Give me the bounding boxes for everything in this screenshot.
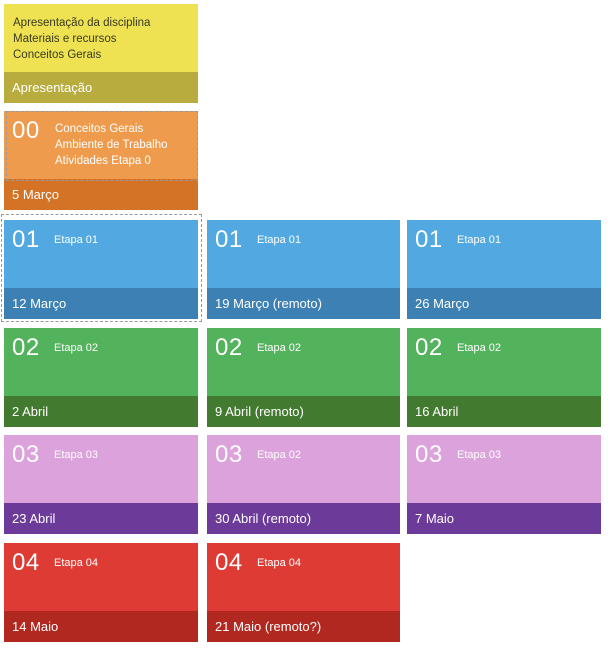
stage-label: Etapa 01 [54,234,99,246]
intro-line: Materiais e recursos [13,33,117,45]
session-tile[interactable]: 01 Etapa 01 12 Março [4,220,198,319]
session-date: 30 Abril (remoto) [207,503,400,534]
stage-number: 02 [12,334,40,361]
session-date: 19 Março (remoto) [207,288,400,319]
stage-number: 01 [12,226,40,253]
stage-0-description: Conceitos Gerais Ambiente de Trabalho At… [55,121,168,169]
stage-label: Etapa 03 [457,449,502,461]
session-date: 14 Maio [4,611,198,642]
session-tile[interactable]: 02 Etapa 02 9 Abril (remoto) [207,328,400,427]
intro-description: Apresentação da disciplina Materiais e r… [13,15,150,63]
session-tile[interactable]: 02 Etapa 02 2 Abril [4,328,198,427]
session-date: 26 Março [407,288,601,319]
stage-number: 02 [415,334,443,361]
stage-label: Etapa 02 [257,342,302,354]
stage-label: Etapa 01 [257,234,302,246]
intro-line: Conceitos Gerais [13,49,102,61]
stage-0-line: Ambiente de Trabalho [55,139,168,151]
session-date: 9 Abril (remoto) [207,396,400,427]
stage-label: Etapa 03 [54,449,99,461]
session-tile[interactable]: 02 Etapa 02 16 Abril [407,328,601,427]
session-date: 23 Abril [4,503,198,534]
session-tile[interactable]: 03 Etapa 02 30 Abril (remoto) [207,435,400,534]
session-tile[interactable]: 01 Etapa 01 19 Março (remoto) [207,220,400,319]
stage-number: 04 [12,549,40,576]
stage-number: 03 [12,441,40,468]
session-tile[interactable]: 04 Etapa 04 21 Maio (remoto?) [207,543,400,642]
session-tile[interactable]: 03 Etapa 03 7 Maio [407,435,601,534]
stage-label: Etapa 04 [54,557,99,569]
session-date: 7 Maio [407,503,601,534]
session-tile[interactable]: 03 Etapa 03 23 Abril [4,435,198,534]
stage-number: 03 [415,441,443,468]
session-date: 2 Abril [4,396,198,427]
stage-label: Etapa 04 [257,557,302,569]
stage-number: 03 [215,441,243,468]
session-tile[interactable]: 04 Etapa 04 14 Maio [4,543,198,642]
stage-number: 02 [215,334,243,361]
session-date: 12 Março [4,288,198,319]
session-date: 5 Março [4,179,198,210]
session-tile[interactable]: 01 Etapa 01 26 Março [407,220,601,319]
stage-0-line: Atividades Etapa 0 [55,155,151,167]
stage-0-tile[interactable]: 00 Conceitos Gerais Ambiente de Trabalho… [4,111,198,210]
stage-label: Etapa 02 [457,342,502,354]
session-date: 16 Abril [407,396,601,427]
stage-label: Etapa 02 [54,342,99,354]
intro-footer-label: Apresentação [4,72,198,103]
stage-number: 01 [215,226,243,253]
intro-line: Apresentação da disciplina [13,17,151,29]
session-date: 21 Maio (remoto?) [207,611,400,642]
intro-tile[interactable]: Apresentação da disciplina Materiais e r… [4,4,198,103]
stage-label: Etapa 01 [457,234,502,246]
stage-label: Etapa 02 [257,449,302,461]
stage-number: 04 [215,549,243,576]
stage-number: 00 [12,117,40,144]
stage-0-line: Conceitos Gerais [55,123,144,135]
stage-number: 01 [415,226,443,253]
